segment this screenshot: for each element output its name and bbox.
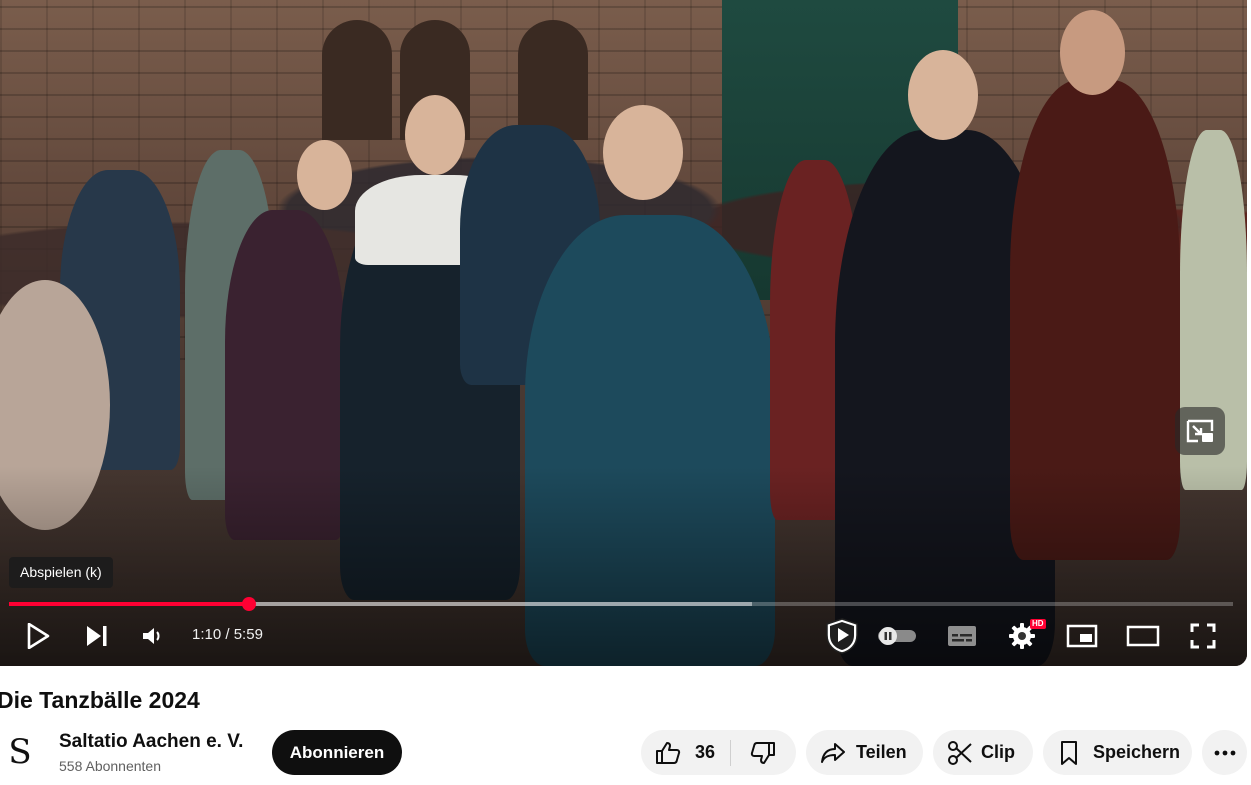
video-frame[interactable] [0, 0, 1247, 666]
fullscreen-icon [1190, 623, 1216, 649]
channel-avatar[interactable]: S [0, 732, 40, 772]
next-button[interactable] [78, 616, 116, 656]
pip-icon [1186, 419, 1214, 443]
channel-name[interactable]: Saltatio Aachen e. V. [59, 730, 243, 754]
share-icon [821, 742, 845, 763]
hd-badge: HD [1030, 619, 1046, 629]
time-current: 1:10 [192, 626, 222, 643]
play-icon [27, 623, 50, 649]
share-label: Teilen [856, 742, 907, 762]
clip-label: Clip [981, 742, 1015, 762]
pip-button[interactable] [1175, 407, 1225, 455]
fullscreen-button[interactable] [1184, 616, 1222, 656]
like-dislike-group: 36 [641, 730, 796, 775]
time-display: 1:10 / 5:59 [192, 624, 263, 646]
clip-button[interactable]: Clip [933, 730, 1033, 775]
shield-button[interactable] [820, 616, 864, 656]
video-player[interactable]: Abspielen (k) 1:10 / 5:59 HD [0, 0, 1247, 666]
scissors-icon [948, 740, 972, 765]
volume-button[interactable] [136, 616, 170, 656]
time-total: 5:59 [233, 626, 263, 643]
subtitles-icon [948, 626, 976, 646]
theater-mode-button[interactable] [1122, 616, 1164, 656]
next-icon [87, 626, 107, 646]
subscriber-count: 558 Abonnenten [59, 758, 161, 774]
volume-icon [143, 628, 160, 644]
like-button[interactable]: 36 [641, 730, 730, 775]
like-count: 36 [695, 742, 716, 762]
progress-bar[interactable] [9, 597, 1233, 611]
miniplayer-icon [1066, 624, 1098, 648]
video-title: Die Tanzbälle 2024 [0, 687, 200, 713]
more-actions-button[interactable] [1202, 730, 1247, 775]
miniplayer-button[interactable] [1062, 616, 1102, 656]
save-label: Speichern [1093, 742, 1181, 762]
time-separator: / [221, 626, 234, 643]
youtube-watch-page: Abspielen (k) 1:10 / 5:59 HD Die Tanzbäl… [0, 0, 1251, 785]
thumbs-up-icon [656, 741, 681, 764]
autoplay-toggle-icon [878, 627, 916, 645]
dislike-button[interactable] [731, 730, 795, 775]
bookmark-icon [1061, 740, 1077, 765]
progress-played [9, 602, 249, 606]
more-horizontal-icon [1214, 750, 1235, 755]
share-button[interactable]: Teilen [806, 730, 923, 775]
theater-mode-icon [1126, 625, 1160, 647]
progress-scrubber[interactable] [241, 597, 256, 611]
shield-play-icon [826, 618, 858, 654]
save-button[interactable]: Speichern [1043, 730, 1192, 775]
subscribe-button[interactable]: Abonnieren [272, 730, 402, 775]
play-tooltip: Abspielen (k) [9, 557, 113, 588]
autoplay-toggle[interactable] [874, 616, 920, 656]
play-button[interactable] [18, 616, 58, 656]
subtitles-button[interactable] [942, 616, 982, 656]
thumbs-down-icon [750, 741, 775, 764]
controls-gradient [0, 0, 1247, 666]
